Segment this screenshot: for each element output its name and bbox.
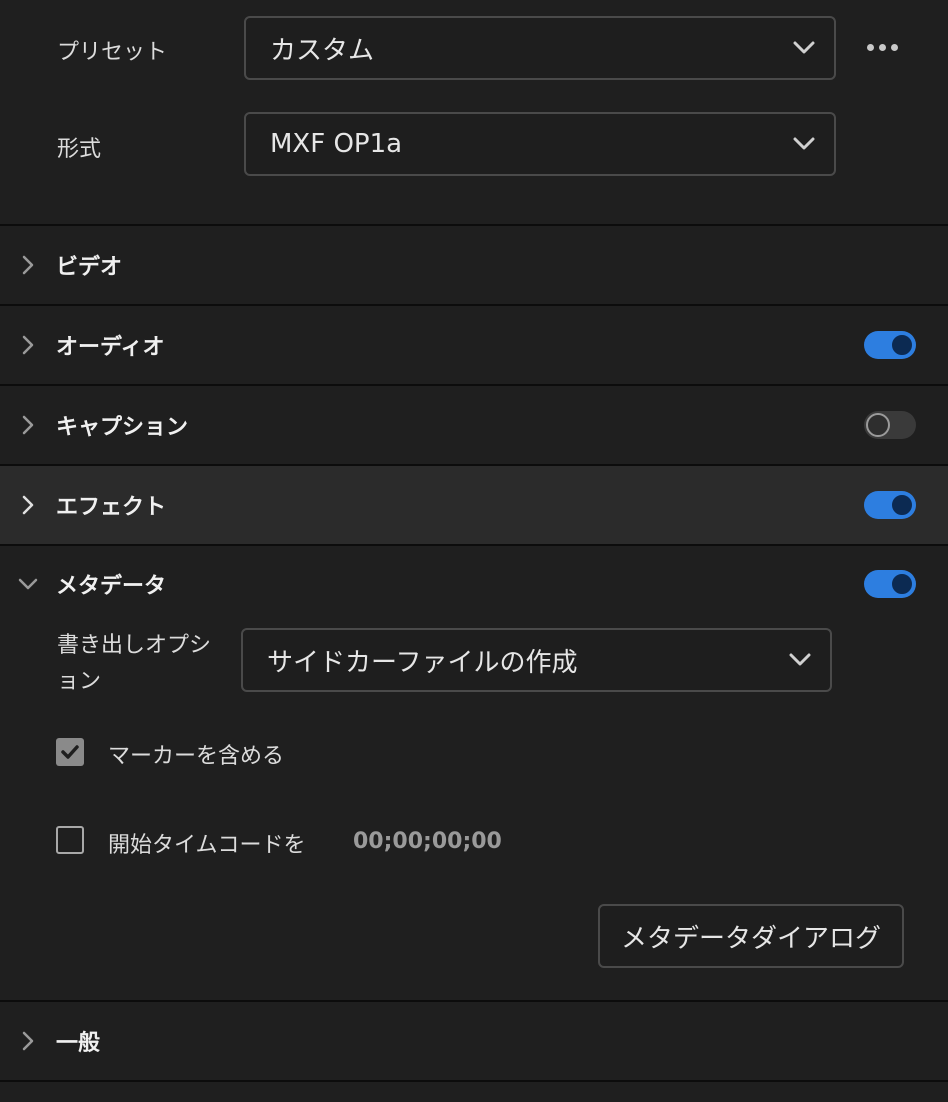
chevron-down-icon — [0, 546, 56, 622]
section-title: オーディオ — [56, 335, 165, 360]
include-markers-checkbox[interactable] — [56, 738, 84, 766]
section-title: 一般 — [56, 1031, 101, 1056]
chevron-down-icon — [774, 114, 834, 174]
toggle-knob — [892, 495, 912, 515]
section-title: ビデオ — [56, 255, 123, 280]
export-options-value: サイドカーファイルの作成 — [267, 647, 578, 678]
section-metadata[interactable]: メタデータ — [0, 546, 948, 622]
section-captions[interactable]: キャプション — [0, 386, 948, 464]
checkmark-icon — [61, 745, 79, 759]
chevron-right-icon — [0, 1002, 56, 1080]
audio-toggle[interactable] — [864, 331, 916, 359]
chevron-right-icon — [0, 386, 56, 464]
start-timecode-value[interactable]: 00;00;00;00 — [353, 829, 502, 854]
ellipsis-icon[interactable] — [867, 44, 898, 51]
start-timecode-label: 開始タイムコードを — [108, 833, 306, 858]
section-general[interactable]: 一般 — [0, 1002, 948, 1080]
chevron-down-icon — [774, 18, 834, 78]
section-title: メタデータ — [56, 574, 167, 599]
section-title: キャプション — [56, 415, 189, 440]
format-value: MXF OP1a — [270, 129, 403, 159]
toggle-knob — [892, 574, 912, 594]
captions-toggle[interactable] — [864, 411, 916, 439]
chevron-down-icon — [770, 630, 830, 690]
preset-value: カスタム — [270, 35, 375, 66]
start-timecode-checkbox[interactable] — [56, 826, 84, 854]
format-select[interactable]: MXF OP1a — [244, 112, 836, 176]
chevron-right-icon — [0, 466, 56, 544]
preset-label: プリセット — [57, 40, 168, 65]
include-markers-label: マーカーを含める — [108, 744, 285, 769]
preset-select[interactable]: カスタム — [244, 16, 836, 80]
section-title: エフェクト — [56, 495, 167, 520]
export-options-select[interactable]: サイドカーファイルの作成 — [241, 628, 832, 692]
metadata-dialog-button[interactable]: メタデータダイアログ — [598, 904, 904, 968]
format-label: 形式 — [57, 137, 102, 162]
export-options-label-line2: ョン — [57, 669, 102, 694]
export-options-label: 書き出しオプシ ョン — [57, 628, 211, 700]
toggle-knob — [892, 335, 912, 355]
chevron-right-icon — [0, 226, 56, 304]
chevron-right-icon — [0, 306, 56, 384]
toggle-knob — [866, 413, 890, 437]
export-options-label-line1: 書き出しオプシ — [57, 633, 212, 658]
section-effects[interactable]: エフェクト — [0, 466, 948, 544]
divider — [0, 1080, 948, 1082]
effects-toggle[interactable] — [864, 491, 916, 519]
section-audio[interactable]: オーディオ — [0, 306, 948, 384]
metadata-toggle[interactable] — [864, 570, 916, 598]
section-video[interactable]: ビデオ — [0, 226, 948, 304]
